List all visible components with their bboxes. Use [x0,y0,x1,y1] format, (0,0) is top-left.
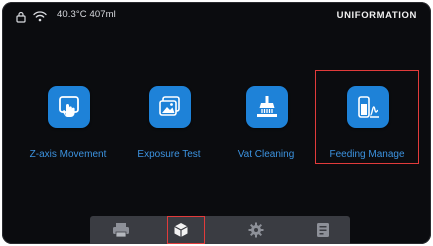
z-axis-movement-button[interactable]: Z-axis Movement [20,74,116,174]
z-axis-hand-icon [59,96,79,117]
exposure-test-icon-box [149,86,191,128]
tab-print[interactable] [110,220,132,240]
gear-icon [248,222,264,238]
feeding-manage-button[interactable]: Feeding Manage [319,74,415,174]
feeding-manage-label: Feeding Manage [329,149,405,160]
vat-cleaning-button[interactable]: Vat Cleaning [218,74,314,174]
exposure-test-icon [159,96,180,116]
feeding-manage-icon-box [347,86,389,128]
printer-icon [113,223,129,238]
vat-cleaning-label: Vat Cleaning [237,149,295,160]
status-bar: 40.3°C 407ml UNIFORMATION [2,2,431,30]
exposure-test-button[interactable]: Exposure Test [121,74,217,174]
bottom-tab-bar [90,216,350,244]
file-icon [317,223,329,237]
lock-icon [16,11,26,23]
cube-icon [174,223,188,237]
exposure-test-label: Exposure Test [137,149,201,160]
brand-logo: UNIFORMATION [336,10,417,21]
tab-tools[interactable] [170,220,192,240]
printer-touchscreen: 40.3°C 407ml UNIFORMATION Z-axis Movemen… [2,2,431,244]
wifi-icon [33,11,47,22]
tab-files[interactable] [312,220,334,240]
vat-cleaning-icon-box [246,86,288,128]
feeding-manage-icon [358,96,379,118]
temperature-volume-readout: 40.3°C 407ml [57,9,116,20]
vat-cleaning-icon [257,96,277,117]
z-axis-icon-box [48,86,90,128]
tab-settings[interactable] [245,220,267,240]
z-axis-movement-label: Z-axis Movement [29,149,107,160]
